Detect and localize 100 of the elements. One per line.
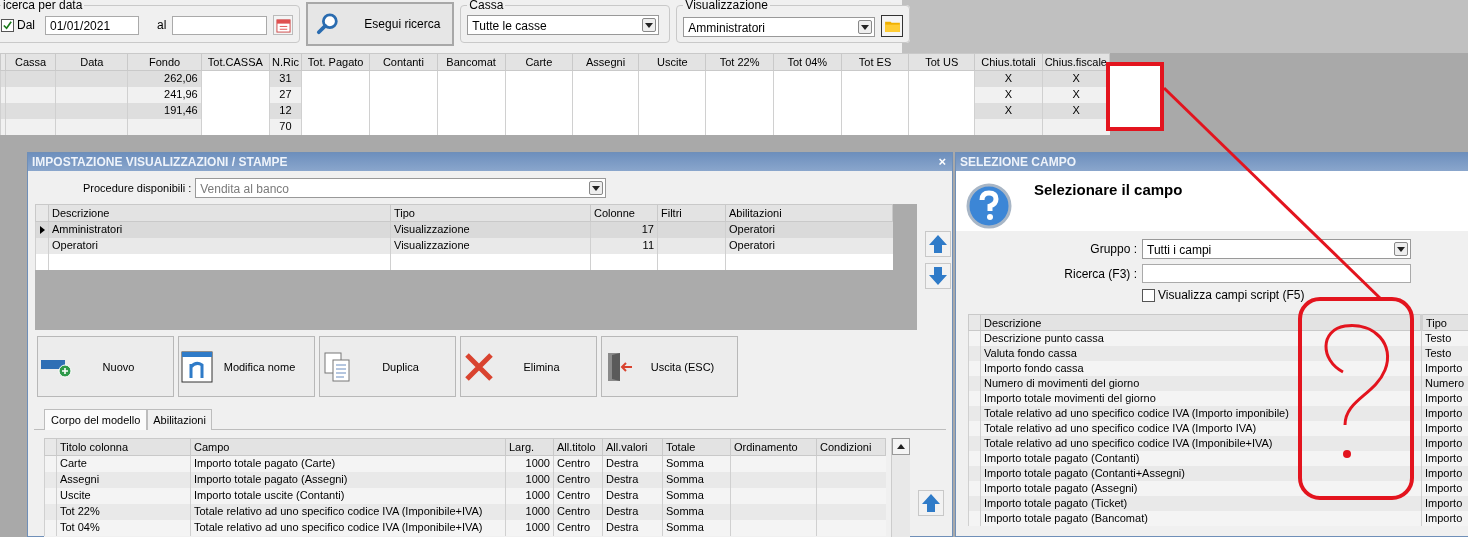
table-cell: Importo — [1425, 422, 1463, 434]
column-header[interactable]: Fondo — [127, 53, 202, 71]
search-button[interactable]: Esegui ricerca — [306, 2, 455, 46]
delete-button[interactable]: Elimina — [460, 336, 597, 397]
highlight-rectangle — [1106, 62, 1164, 131]
column-header[interactable]: Abilitazioni — [725, 204, 893, 222]
column-header[interactable]: Condizioni — [816, 438, 886, 456]
column-header[interactable]: Larg. — [505, 438, 554, 456]
move-up-button[interactable] — [918, 490, 944, 516]
table-cell: Tot 22% — [60, 505, 100, 517]
table-cell: Importo totale pagato (Assegni) — [984, 482, 1138, 494]
table-cell: 241,96 — [164, 88, 198, 100]
table-cell: Operatori — [52, 239, 98, 251]
new-button[interactable]: Nuovo — [37, 336, 174, 397]
procedure-label: Procedure disponibili : — [83, 182, 192, 194]
column-header[interactable]: All.valori — [602, 438, 663, 456]
column-header[interactable]: Data — [55, 53, 128, 71]
table-cell: Importo fondo cassa — [984, 362, 1084, 374]
column-header[interactable]: Tot ES — [841, 53, 909, 71]
window-title: IMPOSTAZIONE VISUALIZZAZIONI / STAMPE — [32, 155, 288, 169]
table-cell: 1000 — [525, 505, 550, 517]
calendar-button[interactable] — [273, 15, 294, 35]
column-header[interactable]: Colonne — [590, 204, 658, 222]
table-cell: Centro — [557, 473, 591, 485]
column-header[interactable]: Titolo colonna — [56, 438, 191, 456]
table-row[interactable]: Amministratori Visualizzazione 17 Operatori — [35, 221, 893, 238]
view-dropdown[interactable]: Amministratori — [683, 17, 876, 37]
duplicate-button[interactable]: Duplica — [319, 336, 456, 397]
column-header[interactable]: Tipo — [390, 204, 591, 222]
table-cell: Destra — [606, 521, 639, 533]
table-cell: Importo totale movimenti del giorno — [984, 392, 1156, 404]
table-cell: Importo — [1425, 407, 1463, 419]
table-cell: 262,06 — [164, 72, 198, 85]
column-header[interactable]: Tipo — [1421, 314, 1468, 331]
column-header[interactable]: All.titolo — [553, 438, 603, 456]
column-header[interactable]: Assegni — [572, 53, 639, 71]
move-up-button[interactable] — [925, 231, 951, 257]
table-cell: Importo totale pagato (Bancomat) — [984, 512, 1148, 524]
column-header[interactable]: Descrizione — [48, 204, 391, 222]
table-cell: X — [1072, 88, 1080, 100]
table-cell: Somma — [666, 473, 704, 485]
exit-button[interactable]: Uscita (ESC) — [601, 336, 738, 397]
move-down-button[interactable] — [925, 263, 951, 289]
arrow-up-icon — [897, 444, 905, 449]
table-cell: 191,46 — [164, 104, 198, 116]
table-cell: Importo — [1425, 512, 1463, 524]
table-cell: Totale relativo ad uno specifico codice IVA (Imponibile+IVA) — [984, 437, 1273, 449]
checkbox-label: Dal — [17, 18, 35, 32]
table-cell: Importo totale pagato (Assegni) — [194, 473, 348, 485]
tab[interactable]: Corpo del modello — [44, 409, 148, 430]
search-field[interactable] — [1142, 264, 1411, 283]
column-header[interactable]: Filtri — [657, 204, 726, 222]
column-header[interactable]: Campo — [190, 438, 506, 456]
date-field[interactable]: 01/01/2021 — [45, 15, 139, 35]
table-row[interactable]: Operatori Visualizzazione 11 Operatori — [35, 237, 893, 254]
table-cell: Destra — [606, 473, 639, 485]
column-header[interactable]: Uscite — [638, 53, 706, 71]
column-header[interactable]: Bancomat — [437, 53, 506, 71]
table-cell: Totale relativo ad uno specifico codice IVA (Imponibile+IVA) — [194, 505, 483, 517]
scrollbar[interactable] — [891, 438, 910, 537]
date-field[interactable] — [172, 15, 268, 35]
rename-button[interactable]: Modifica nome — [178, 336, 315, 397]
column-header[interactable]: N.Ric — [269, 53, 302, 71]
table-cell: X — [1072, 72, 1080, 85]
table-cell: Somma — [666, 505, 704, 517]
column-header[interactable]: Tot.CASSA — [201, 53, 270, 71]
column-header[interactable]: Contanti — [369, 53, 437, 71]
folder-button[interactable] — [881, 15, 904, 37]
column-header[interactable]: Totale — [662, 438, 731, 456]
table-cell: Importo — [1425, 467, 1463, 479]
column-header[interactable]: Tot US — [908, 53, 975, 71]
procedure-dropdown[interactable]: Vendita al banco — [195, 178, 607, 198]
table-cell: Importo totale uscite (Contanti) — [194, 489, 345, 501]
table-cell: Centro — [557, 489, 591, 501]
checkbox[interactable] — [1142, 288, 1155, 302]
table-cell: Tot 04% — [60, 521, 100, 533]
tab[interactable]: Abilitazioni — [147, 409, 212, 430]
column-header[interactable]: Tot 04% — [773, 53, 842, 71]
column-header[interactable]: Chius.totali — [974, 53, 1043, 71]
table-cell: Uscite — [60, 489, 91, 501]
table-cell: X — [1004, 104, 1013, 116]
column-header[interactable]: Descrizione — [980, 314, 1422, 331]
group-dropdown[interactable]: Tutti i campi — [1142, 239, 1411, 259]
column-header[interactable]: Chius.fiscale — [1042, 53, 1110, 71]
table-cell: 1000 — [525, 489, 550, 501]
group-label: Gruppo : — [1089, 242, 1137, 256]
cassa-dropdown[interactable]: Tutte le casse — [467, 15, 660, 35]
checkbox-label: Visualizza campi script (F5) — [1158, 288, 1305, 302]
table-cell: Importo — [1425, 497, 1463, 509]
column-header[interactable]: Tot. Pagato — [301, 53, 370, 71]
column-header[interactable]: Cassa — [5, 53, 56, 71]
table-cell: 70 — [279, 120, 292, 132]
table-cell: 12 — [279, 104, 292, 116]
column-header[interactable]: Ordinamento — [730, 438, 817, 456]
checkbox[interactable] — [1, 18, 14, 32]
table-cell: Operatori — [729, 223, 775, 236]
table-cell: Importo — [1425, 362, 1463, 374]
column-header[interactable]: Tot 22% — [705, 53, 774, 71]
table-cell: Importo — [1425, 392, 1463, 404]
column-header[interactable]: Carte — [505, 53, 573, 71]
